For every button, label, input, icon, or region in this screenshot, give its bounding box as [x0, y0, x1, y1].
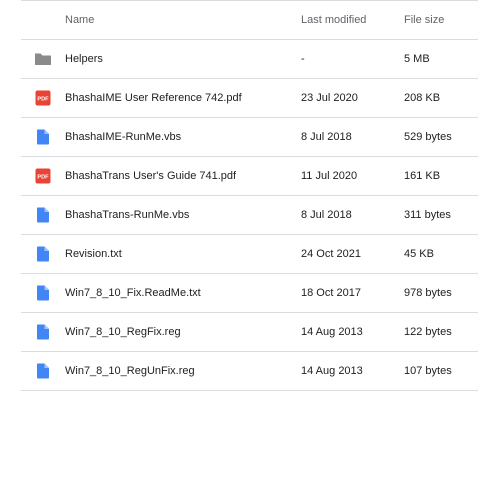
- file-icon: [34, 313, 52, 351]
- column-header-last-modified[interactable]: Last modified: [301, 1, 401, 39]
- file-row[interactable]: BhashaTrans-RunMe.vbs 8 Jul 2018 311 bytes: [21, 196, 478, 235]
- file-size: 529 bytes: [404, 131, 452, 143]
- file-name-link[interactable]: Win7_8_10_Fix.ReadMe.txt: [65, 274, 295, 312]
- column-header-file-size[interactable]: File size: [404, 1, 478, 39]
- file-size: 122 bytes: [404, 326, 452, 338]
- file-name-link[interactable]: Revision.txt: [65, 235, 295, 273]
- file-row[interactable]: Win7_8_10_Fix.ReadMe.txt 18 Oct 2017 978 b…: [21, 274, 478, 313]
- svg-text:PDF: PDF: [37, 97, 49, 103]
- table-header: Name Last modified File size: [21, 0, 478, 40]
- file-size: 161 KB: [404, 170, 441, 182]
- file-row[interactable]: PDF BhashaTrans User's Guide 741.pdf 11 J…: [21, 157, 478, 196]
- file-list: Name Last modified File size Helpers - 5 M…: [21, 0, 478, 391]
- file-size: 5 MB: [404, 53, 430, 65]
- file-icon: [34, 274, 52, 312]
- file-name-link[interactable]: BhashaTrans-RunMe.vbs: [65, 196, 295, 234]
- file-row[interactable]: Win7_8_10_RegUnFix.reg 14 Aug 2013 107 byt…: [21, 352, 478, 391]
- file-row[interactable]: PDF BhashaIME User Reference 742.pdf 23 J…: [21, 79, 478, 118]
- pdf-icon: PDF: [34, 157, 52, 195]
- file-size: 311 bytes: [404, 209, 451, 221]
- last-modified: 8 Jul 2018: [301, 209, 352, 221]
- file-row[interactable]: Win7_8_10_RegFix.reg 14 Aug 2013 122 bytes: [21, 313, 478, 352]
- file-name-link[interactable]: BhashaIME-RunMe.vbs: [65, 118, 295, 156]
- file-size: 107 bytes: [404, 365, 452, 377]
- last-modified: 14 Aug 2013: [301, 326, 363, 338]
- folder-icon: [34, 40, 52, 78]
- column-header-name[interactable]: Name: [65, 1, 295, 39]
- last-modified: 18 Oct 2017: [301, 287, 361, 299]
- pdf-icon: PDF: [34, 79, 52, 117]
- last-modified: 14 Aug 2013: [301, 365, 363, 377]
- last-modified: 11 Jul 2020: [301, 170, 358, 182]
- file-icon: [34, 196, 52, 234]
- file-name-link[interactable]: BhashaIME User Reference 742.pdf: [65, 79, 295, 117]
- file-icon: [34, 235, 52, 273]
- file-size: 208 KB: [404, 92, 441, 104]
- file-name-link[interactable]: Win7_8_10_RegUnFix.reg: [65, 352, 295, 390]
- last-modified: 8 Jul 2018: [301, 131, 352, 143]
- file-row[interactable]: Revision.txt 24 Oct 2021 45 KB: [21, 235, 478, 274]
- last-modified: -: [301, 53, 305, 65]
- file-icon: [34, 352, 52, 390]
- last-modified: 24 Oct 2021: [301, 248, 361, 260]
- file-row[interactable]: BhashaIME-RunMe.vbs 8 Jul 2018 529 bytes: [21, 118, 478, 157]
- file-name-link[interactable]: BhashaTrans User's Guide 741.pdf: [65, 157, 295, 195]
- file-icon: [34, 118, 52, 156]
- file-name-link[interactable]: Helpers: [65, 40, 295, 78]
- file-size: 45 KB: [404, 248, 434, 260]
- file-name-link[interactable]: Win7_8_10_RegFix.reg: [65, 313, 295, 351]
- last-modified: 23 Jul 2020: [301, 92, 358, 104]
- file-row[interactable]: Helpers - 5 MB: [21, 40, 478, 79]
- svg-text:PDF: PDF: [37, 175, 49, 181]
- file-size: 978 bytes: [404, 287, 452, 299]
